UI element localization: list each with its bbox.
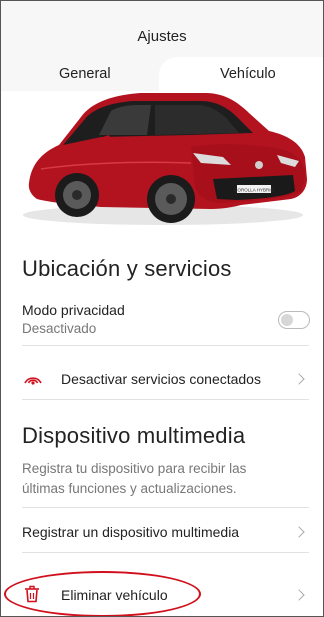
toggle-knob [281,314,293,326]
chevron-right-icon [293,589,305,601]
divider [22,552,309,553]
page-title: Ajustes [137,28,187,45]
multimedia-description: Registra tu dispositivo para recibir las… [22,461,247,496]
privacy-mode-status: Desactivado [22,321,97,336]
section-title-multimedia: Dispositivo multimedia [22,423,246,448]
highlight-annotation-oval [4,571,201,616]
section-title-location: Ubicación y servicios [22,256,232,281]
privacy-mode-label: Modo privacidad [22,302,125,318]
chevron-right-icon [293,373,305,385]
tab-general[interactable]: General [59,66,111,82]
screen: Ajustes General Vehículo COROLLA HYBRID [0,0,324,617]
privacy-mode-toggle[interactable] [278,311,310,329]
divider [22,507,309,508]
top-bar: Ajustes [1,1,323,57]
signal-waves-icon [22,371,44,390]
divider [22,399,309,400]
disconnect-services-label: Desactivar servicios conectados [61,371,261,387]
svg-text:COROLLA HYBRID: COROLLA HYBRID [234,188,274,193]
tab-vehiculo[interactable]: Vehículo [220,66,276,82]
register-device-label: Registrar un dispositivo multimedia [22,524,240,540]
chevron-right-icon [293,526,305,538]
divider [22,345,309,346]
vehicle-image: COROLLA HYBRID [1,87,323,233]
